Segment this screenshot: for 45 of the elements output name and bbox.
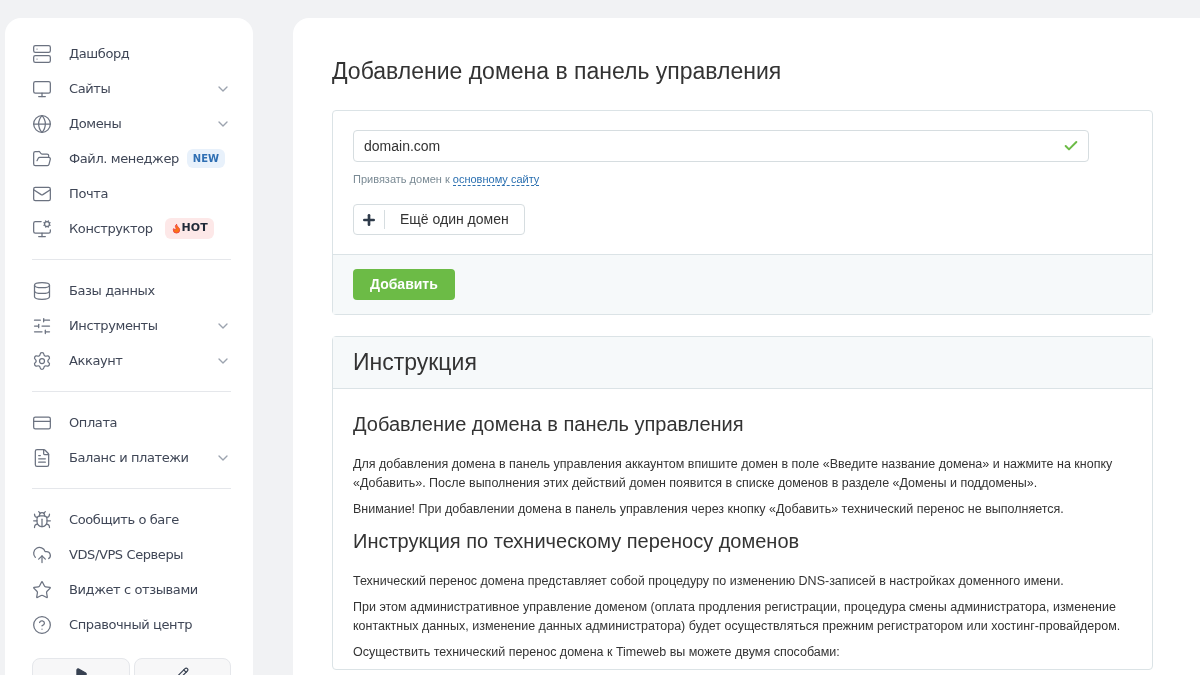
sidebar-item[interactable]: VDS/VPS Серверы bbox=[32, 537, 231, 572]
paragraph: При этом административное управление доменом (оплата продления регистрации, процедура смены администратора, изменение контактных данных, изменение данных администратора) будет осуществляться прежним регистратором или хостинг-провайдером. bbox=[353, 599, 1122, 635]
cloud-icon bbox=[32, 544, 52, 565]
monitor-brush-icon bbox=[32, 218, 52, 239]
flame-icon bbox=[170, 223, 182, 234]
section-heading: Добавление домена в панель управления bbox=[353, 412, 745, 437]
sidebar-item[interactable]: Сообщить о баге bbox=[32, 502, 231, 537]
sidebar-item[interactable]: Баланс и платежи bbox=[32, 440, 231, 475]
paragraph: Технический перенос домена представляет собой процедуру по изменению DNS-записей в настройках доменного имени. bbox=[353, 573, 1065, 590]
globe-icon bbox=[32, 113, 52, 134]
settings-icon bbox=[32, 350, 52, 371]
sidebar-item[interactable]: Почта bbox=[32, 176, 231, 211]
folder-icon bbox=[32, 148, 52, 169]
sidebar-item[interactable]: Виджет с отзывами bbox=[32, 572, 231, 607]
sidebar-item[interactable]: Аккаунт bbox=[32, 343, 231, 378]
paragraph: Осуществить технический перенос домена к Timeweb вы можете двумя способами: bbox=[353, 644, 841, 661]
add-domain-button[interactable]: Ещё один домен bbox=[353, 204, 525, 235]
sidebar-item[interactable]: Конструктор HOT bbox=[32, 211, 231, 246]
domain-field[interactable]: domain.com bbox=[353, 129, 1089, 162]
sidebar-item[interactable]: Дашборд bbox=[32, 36, 231, 71]
paragraph: Внимание! При добавлении домена в панель управления через кнопку «Добавить» технический перенос не выполняется. bbox=[353, 501, 1065, 518]
monitor-icon bbox=[32, 78, 52, 99]
section-heading: Инструкция по техническому переносу доменов bbox=[353, 529, 801, 554]
new-badge: NEW bbox=[186, 149, 226, 168]
sidebar-item[interactable]: Инструменты bbox=[32, 308, 231, 343]
sidebar-item[interactable]: Домены bbox=[32, 106, 231, 141]
sidebar-item[interactable]: Оплата bbox=[32, 405, 231, 440]
help-icon bbox=[32, 614, 52, 635]
hot-badge: HOT bbox=[164, 218, 214, 239]
instruction-title: Инструкция bbox=[353, 348, 477, 378]
main-site-link[interactable]: основному сайту bbox=[452, 172, 540, 186]
star-icon bbox=[32, 579, 52, 600]
server-icon bbox=[32, 43, 52, 64]
page-title: Добавление домена в панель управления bbox=[332, 57, 783, 86]
paragraph: Для добавления домена в панель управления аккаунтом впишите домен в поле «Введите название домена» и нажмите на кнопку «Добавить». После выполнения этих действий домен появится в списке доменов в разделе «Домены и поддомены». bbox=[353, 456, 1114, 492]
hint-text: Привязать домен к основному сайту bbox=[353, 171, 541, 187]
sidebar-item[interactable]: Базы данных bbox=[32, 273, 231, 308]
document-icon bbox=[32, 447, 52, 468]
sidebar-item[interactable]: Справочный центр bbox=[32, 607, 231, 642]
sidebar-item[interactable]: Сайты bbox=[32, 71, 231, 106]
bug-icon bbox=[32, 509, 52, 530]
database-icon bbox=[32, 280, 52, 301]
sliders-icon bbox=[32, 315, 52, 336]
plus-icon bbox=[361, 211, 377, 228]
sidebar-item[interactable]: Файл. менеджер NEW bbox=[32, 141, 231, 176]
